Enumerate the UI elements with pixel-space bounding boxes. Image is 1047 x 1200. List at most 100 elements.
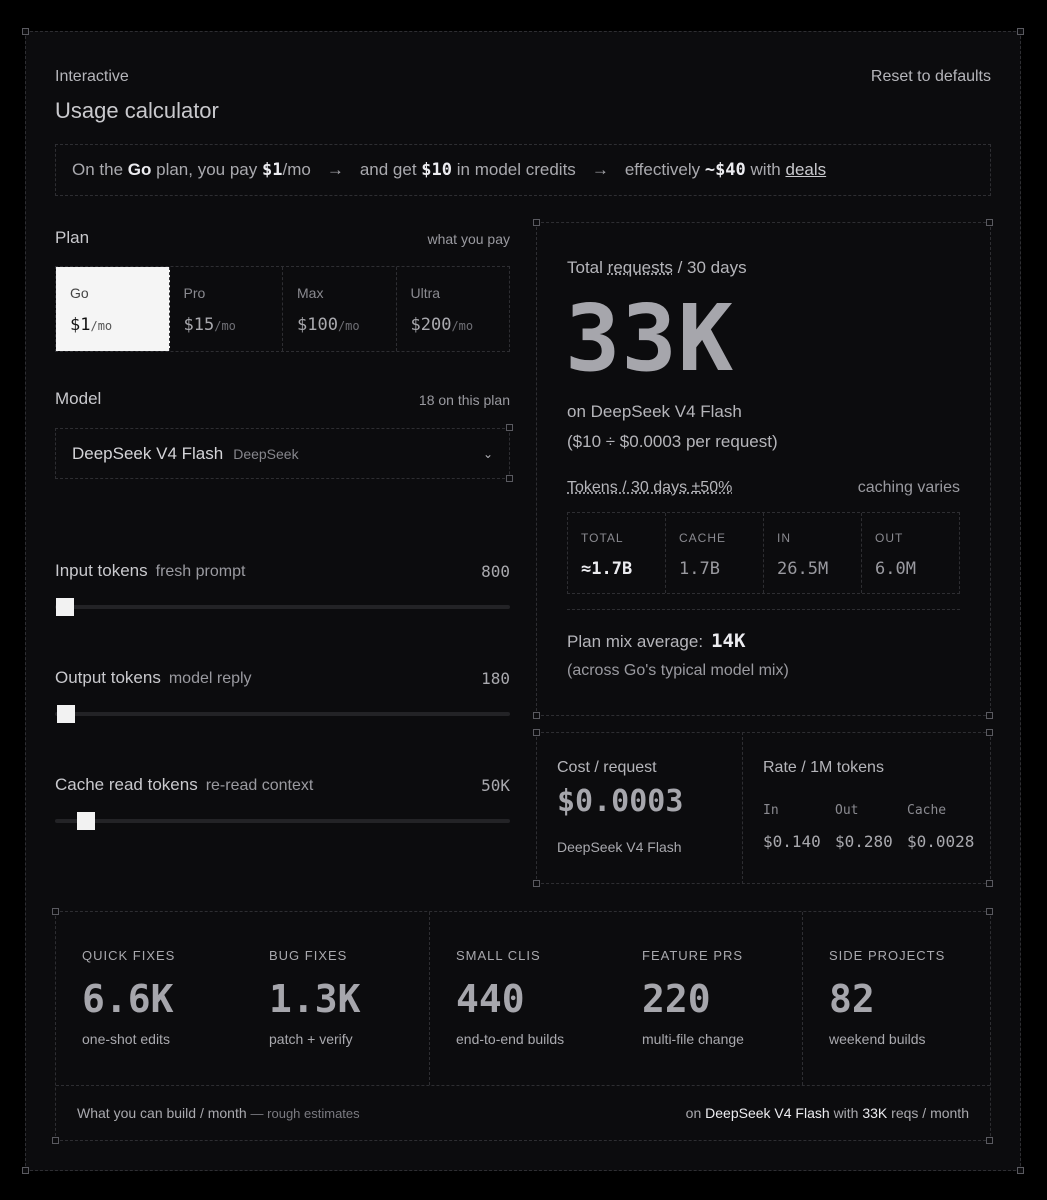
rate-per-million-label: Rate / 1M tokens xyxy=(763,759,884,776)
corner-handle xyxy=(986,1137,993,1144)
plan-section-label: Plan xyxy=(55,228,90,247)
token-value: 1.7B xyxy=(679,559,720,579)
tokens-cache-cell: CACHE 1.7B xyxy=(666,513,764,593)
corner-handle xyxy=(533,712,540,719)
builds-panel: QUICK FIXES 6.6K one-shot edits BUG FIXE… xyxy=(55,911,991,1141)
plan-summary-bar: On the Go plan, you pay $1/mo → and get … xyxy=(55,144,991,196)
plan-name: Ultra xyxy=(410,285,441,301)
build-value: 220 xyxy=(642,977,711,1021)
slider-title: Input tokens xyxy=(55,561,148,580)
corner-handle xyxy=(986,908,993,915)
requests-model: on DeepSeek V4 Flash xyxy=(567,402,742,421)
plan-price: $15 xyxy=(183,315,215,335)
arrow-right-icon: → xyxy=(326,160,344,179)
build-value: 6.6K xyxy=(82,977,174,1021)
tokens-in-cell: IN 26.5M xyxy=(764,513,862,593)
build-small-clis: SMALL CLIS 440 end-to-end builds xyxy=(456,948,564,1047)
rate-value-cache: $0.0028 xyxy=(907,832,975,851)
cache-read-tokens-value: 50K xyxy=(481,776,510,795)
label-text: / 30 days xyxy=(677,258,747,277)
corner-handle xyxy=(986,729,993,736)
slider-thumb[interactable] xyxy=(56,705,75,723)
summary-plan: Go xyxy=(127,160,152,179)
tokens-estimate-label[interactable]: Tokens / 30 days ±50% xyxy=(567,479,732,497)
tokens-total-cell: TOTAL ≈1.7B xyxy=(568,513,666,593)
plan-price: $100 xyxy=(297,315,338,335)
corner-handle xyxy=(533,729,540,736)
deals-link[interactable]: deals xyxy=(785,160,826,180)
plan-option-pro[interactable]: Pro $15/mo xyxy=(170,267,283,351)
footer-model: DeepSeek V4 Flash xyxy=(705,1105,830,1121)
corner-handle xyxy=(986,880,993,887)
build-subtitle: weekend builds xyxy=(829,1031,926,1047)
build-feature-prs: FEATURE PRS 220 multi-file change xyxy=(642,948,744,1047)
model-section-label: Model xyxy=(55,389,102,408)
footer-muted-text: — rough estimates xyxy=(250,1106,360,1121)
plan-option-max[interactable]: Max $100/mo xyxy=(283,267,397,351)
corner-handle xyxy=(52,908,59,915)
rate-header-in: In xyxy=(763,803,779,818)
plan-price: $200 xyxy=(410,315,452,335)
selected-model-provider: DeepSeek xyxy=(233,445,299,462)
reset-defaults-button[interactable]: Reset to defaults xyxy=(871,68,991,86)
total-requests-label: Total requests / 30 days xyxy=(567,258,747,278)
cache-read-tokens-slider[interactable] xyxy=(55,812,510,830)
tokens-out-cell: OUT 6.0M xyxy=(862,513,959,593)
build-subtitle: end-to-end builds xyxy=(456,1031,565,1047)
slider-subtitle: re-read context xyxy=(205,777,314,794)
caching-note: caching varies xyxy=(857,479,960,496)
input-tokens-value: 800 xyxy=(481,562,510,581)
plan-unit: /mo xyxy=(214,319,236,333)
divider xyxy=(567,609,960,610)
token-label: TOTAL xyxy=(581,531,624,545)
build-subtitle: one-shot edits xyxy=(82,1031,170,1047)
plan-name: Max xyxy=(297,285,324,301)
plan-name: Pro xyxy=(183,285,206,301)
mix-subtitle: (across Go's typical model mix) xyxy=(567,662,789,679)
model-dropdown[interactable]: DeepSeek V4 Flash DeepSeek ⌄ xyxy=(55,428,510,479)
slider-thumb[interactable] xyxy=(76,812,95,830)
requests-tooltip-link[interactable]: requests xyxy=(608,258,673,277)
input-tokens-label: Input tokens fresh prompt xyxy=(55,561,245,581)
frame-corner-handle xyxy=(1017,1167,1024,1174)
build-value: 440 xyxy=(456,977,525,1021)
footer-text: with xyxy=(833,1105,859,1121)
corner-handle xyxy=(506,424,513,431)
summary-text: effectively xyxy=(624,160,701,179)
token-label: IN xyxy=(777,531,791,545)
token-value: ≈1.7B xyxy=(581,559,633,579)
corner-handle xyxy=(533,219,540,226)
build-label: FEATURE PRS xyxy=(642,948,744,963)
cache-read-tokens-label: Cache read tokens re-read context xyxy=(55,775,313,795)
summary-effective: ~$40 xyxy=(704,160,746,180)
slider-thumb[interactable] xyxy=(56,598,74,616)
summary-text: in model credits xyxy=(456,160,576,179)
slider-title: Output tokens xyxy=(55,668,161,687)
cost-per-request-label: Cost / request xyxy=(557,759,657,776)
output-tokens-label: Output tokens model reply xyxy=(55,668,252,688)
tokens-breakdown: TOTAL ≈1.7B CACHE 1.7B IN 26.5M OUT 6.0M xyxy=(567,512,960,594)
cost-per-request-value: $0.0003 xyxy=(557,784,684,819)
label-text: Total xyxy=(567,258,603,277)
plan-unit: /mo xyxy=(451,319,474,333)
token-label: CACHE xyxy=(679,531,727,545)
footer-reqs: 33K xyxy=(862,1105,888,1121)
build-label: BUG FIXES xyxy=(269,948,348,963)
build-label: QUICK FIXES xyxy=(82,948,176,963)
plan-option-go[interactable]: Go $1/mo xyxy=(56,267,170,351)
footer-text: reqs / month xyxy=(891,1105,969,1121)
token-label: OUT xyxy=(875,531,904,545)
mix-label: Plan mix average: xyxy=(567,632,704,651)
plan-price: $1 xyxy=(70,315,91,335)
corner-handle xyxy=(506,475,513,482)
input-tokens-slider[interactable] xyxy=(55,598,510,616)
model-section-hint: 18 on this plan xyxy=(418,392,510,408)
corner-handle xyxy=(986,712,993,719)
plan-option-ultra[interactable]: Ultra $200/mo xyxy=(397,267,510,351)
slider-title: Cache read tokens xyxy=(55,775,198,794)
output-tokens-slider[interactable] xyxy=(55,705,510,723)
page-title: Usage calculator xyxy=(55,98,219,123)
build-subtitle: patch + verify xyxy=(269,1031,353,1047)
plan-section-hint: what you pay xyxy=(427,231,511,247)
rate-value-in: $0.140 xyxy=(763,832,821,851)
